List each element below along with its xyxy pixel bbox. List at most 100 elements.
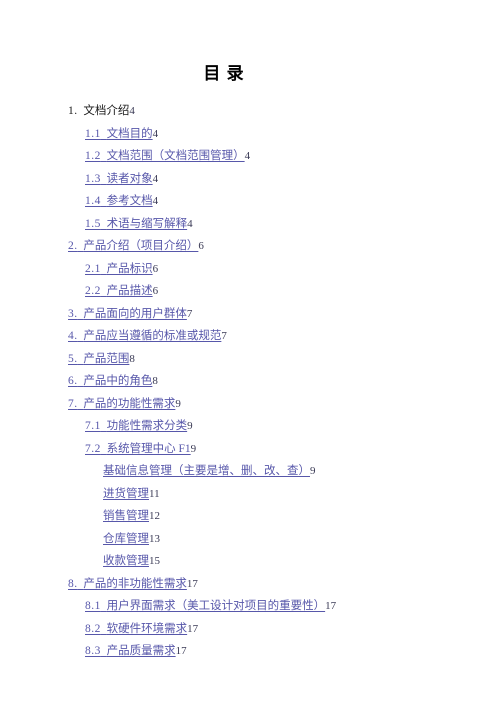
toc-entry: 1. 文档介绍4 [0,100,500,123]
toc-entry[interactable]: 2.2 产品描述6 [0,280,500,303]
toc-entry[interactable]: 7. 产品的功能性需求9 [0,393,500,416]
toc-entry[interactable]: 销售管理12 [0,505,500,528]
toc-entry-link[interactable]: 7.1 功能性需求分类 [85,420,187,432]
toc-entry-link[interactable]: 1.5 术语与缩写解释 [85,218,187,230]
table-of-contents: 1. 文档介绍4 1.1 文档目的4 1.2 文档范围（文档范围管理）4 1.3 读者… [0,84,500,663]
toc-entry[interactable]: 收款管理15 [0,550,500,573]
toc-entry-link[interactable]: 1.3 读者对象 [85,173,153,185]
toc-entry-number: 1.3 [85,172,101,185]
toc-entry-number: 7. [68,397,78,410]
toc-entry-title: 产品的非功能性需求 [83,577,187,590]
toc-entry[interactable]: 3. 产品面向的用户群体7 [0,303,500,326]
toc-entry-number: 2.1 [85,262,101,275]
toc-entry-page-number: 12 [149,510,160,522]
toc-entry-page-number: 7 [186,307,193,320]
toc-entry-page-number: 9 [190,442,197,455]
toc-entry[interactable]: 7.2 系统管理中心 F19 [0,438,500,461]
toc-entry-link[interactable]: 3. 产品面向的用户群体 [68,308,187,320]
toc-entry-link[interactable]: 4. 产品应当遵循的标准或规范 [68,330,221,342]
toc-entry-link[interactable]: 进货管理 [103,488,149,500]
toc-entry-page-number: 6 [152,285,159,297]
toc-entry-page-number: 6 [152,262,159,275]
toc-entry-title: 收款管理 [103,555,149,567]
toc-entry-link[interactable]: 6. 产品中的角色 [68,375,152,387]
toc-entry[interactable]: 2. 产品介绍（项目介绍）6 [0,235,500,258]
toc-entry-title: 参考文档 [106,195,153,207]
toc-entry-link[interactable]: 基础信息管理（主要是增、删、改、查） [103,465,310,477]
toc-entry[interactable]: 1.5 术语与缩写解释4 [0,213,500,236]
toc-entry-number: 8.3 [85,645,101,657]
toc-entry-title: 文档目的 [106,127,153,140]
toc-entry-link[interactable]: 2. 产品介绍（项目介绍） [68,240,198,252]
toc-entry-page-number: 6 [198,240,204,252]
toc-entry[interactable]: 仓库管理13 [0,528,500,551]
toc-entry-page-number: 7 [221,330,227,342]
toc-entry[interactable]: 进货管理11 [0,483,500,506]
toc-entry-number: 1.5 [85,217,101,230]
toc-entry[interactable]: 基础信息管理（主要是增、删、改、查）9 [0,460,500,483]
toc-entry-link[interactable]: 8. 产品的非功能性需求 [68,578,187,590]
toc-entry-title: 功能性需求分类 [106,420,188,432]
toc-entry-number: 7.1 [85,420,101,432]
toc-entry-link[interactable]: 1.1 文档目的 [85,128,153,140]
toc-entry-title: 软硬件环境需求 [106,622,188,635]
toc-entry-link[interactable]: 1.2 文档范围（文档范围管理） [85,150,245,162]
toc-entry-link[interactable]: 7.2 系统管理中心 F1 [85,443,191,455]
toc-entry[interactable]: 5. 产品范围8 [0,348,500,371]
toc-entry-title: 读者对象 [106,172,153,185]
toc-entry[interactable]: 1.3 读者对象4 [0,168,500,191]
toc-entry-number: 1.2 [85,150,101,162]
toc-entry-title: 产品介绍（项目介绍） [83,240,199,252]
toc-entry-number: 1. [68,105,78,117]
toc-entry-page-number: 9 [310,465,316,477]
toc-entry-title: 产品描述 [106,285,153,297]
toc-entry[interactable]: 6. 产品中的角色8 [0,370,500,393]
toc-entry[interactable]: 1.2 文档范围（文档范围管理）4 [0,145,500,168]
toc-entry[interactable]: 8.1 用户界面需求（美工设计对项目的重要性）17 [0,595,500,618]
toc-entry-link[interactable]: 8.3 产品质量需求 [85,645,176,657]
toc-entry-link[interactable]: 7. 产品的功能性需求 [68,398,175,410]
toc-entry-number: 7.2 [85,442,101,455]
toc-entry-number: 3. [68,307,78,320]
toc-entry-number: 1.1 [85,127,101,140]
toc-entry-link[interactable]: 仓库管理 [103,533,149,545]
toc-entry-link[interactable]: 收款管理 [103,555,149,567]
toc-entry-link[interactable]: 1.4 参考文档 [85,195,153,207]
toc-entry-title: 产品范围 [83,352,130,365]
toc-entry-link[interactable]: 销售管理 [103,510,149,522]
toc-entry-title: 销售管理 [103,510,149,522]
toc-entry-title: 产品质量需求 [106,645,176,657]
toc-entry[interactable]: 4. 产品应当遵循的标准或规范7 [0,325,500,348]
toc-entry-number: 6. [68,375,78,387]
toc-entry-title: 文档范围（文档范围管理） [106,150,245,162]
toc-entry[interactable]: 8.3 产品质量需求17 [0,640,500,663]
toc-entry[interactable]: 8.2 软硬件环境需求17 [0,618,500,641]
toc-entry-title: 仓库管理 [103,532,149,545]
toc-entry[interactable]: 1.4 参考文档4 [0,190,500,213]
toc-entry[interactable]: 2.1 产品标识6 [0,258,500,281]
toc-entry-number: 2. [68,240,78,252]
toc-entry-page-number: 9 [175,397,181,410]
toc-entry[interactable]: 7.1 功能性需求分类9 [0,415,500,438]
toc-entry-title: 基础信息管理（主要是增、删、改、查） [103,465,310,477]
toc-entry[interactable]: 8. 产品的非功能性需求17 [0,573,500,596]
toc-entry-number: 8.1 [85,600,101,612]
toc-entry-page-number: 4 [152,195,159,207]
toc-entry-page-number: 15 [149,555,160,567]
toc-entry-link[interactable]: 2.1 产品标识 [85,263,153,275]
toc-entry-link[interactable]: 8.1 用户界面需求（美工设计对项目的重要性） [85,600,325,612]
toc-entry-number: 2.2 [85,285,101,297]
toc-entry-link[interactable]: 5. 产品范围 [68,353,129,365]
toc-entry[interactable]: 1.1 文档目的4 [0,123,500,146]
toc-entry-title: 系统管理中心 F1 [106,442,191,455]
page-title: 目 录 [203,64,245,83]
toc-entry-title: 产品标识 [106,262,153,275]
toc-entry-page-number: 4 [129,105,135,117]
toc-entry-title: 产品应当遵循的标准或规范 [83,330,222,342]
toc-entry-page-number: 4 [187,217,193,230]
document-page: 目 录 1. 文档介绍4 1.1 文档目的4 1.2 文档范围（文档范围管理）4 1.… [0,0,500,708]
toc-entry-page-number: 17 [325,600,337,612]
toc-entry-page-number: 11 [149,487,160,500]
toc-entry-link[interactable]: 8.2 软硬件环境需求 [85,623,187,635]
toc-entry-link[interactable]: 2.2 产品描述 [85,285,153,297]
